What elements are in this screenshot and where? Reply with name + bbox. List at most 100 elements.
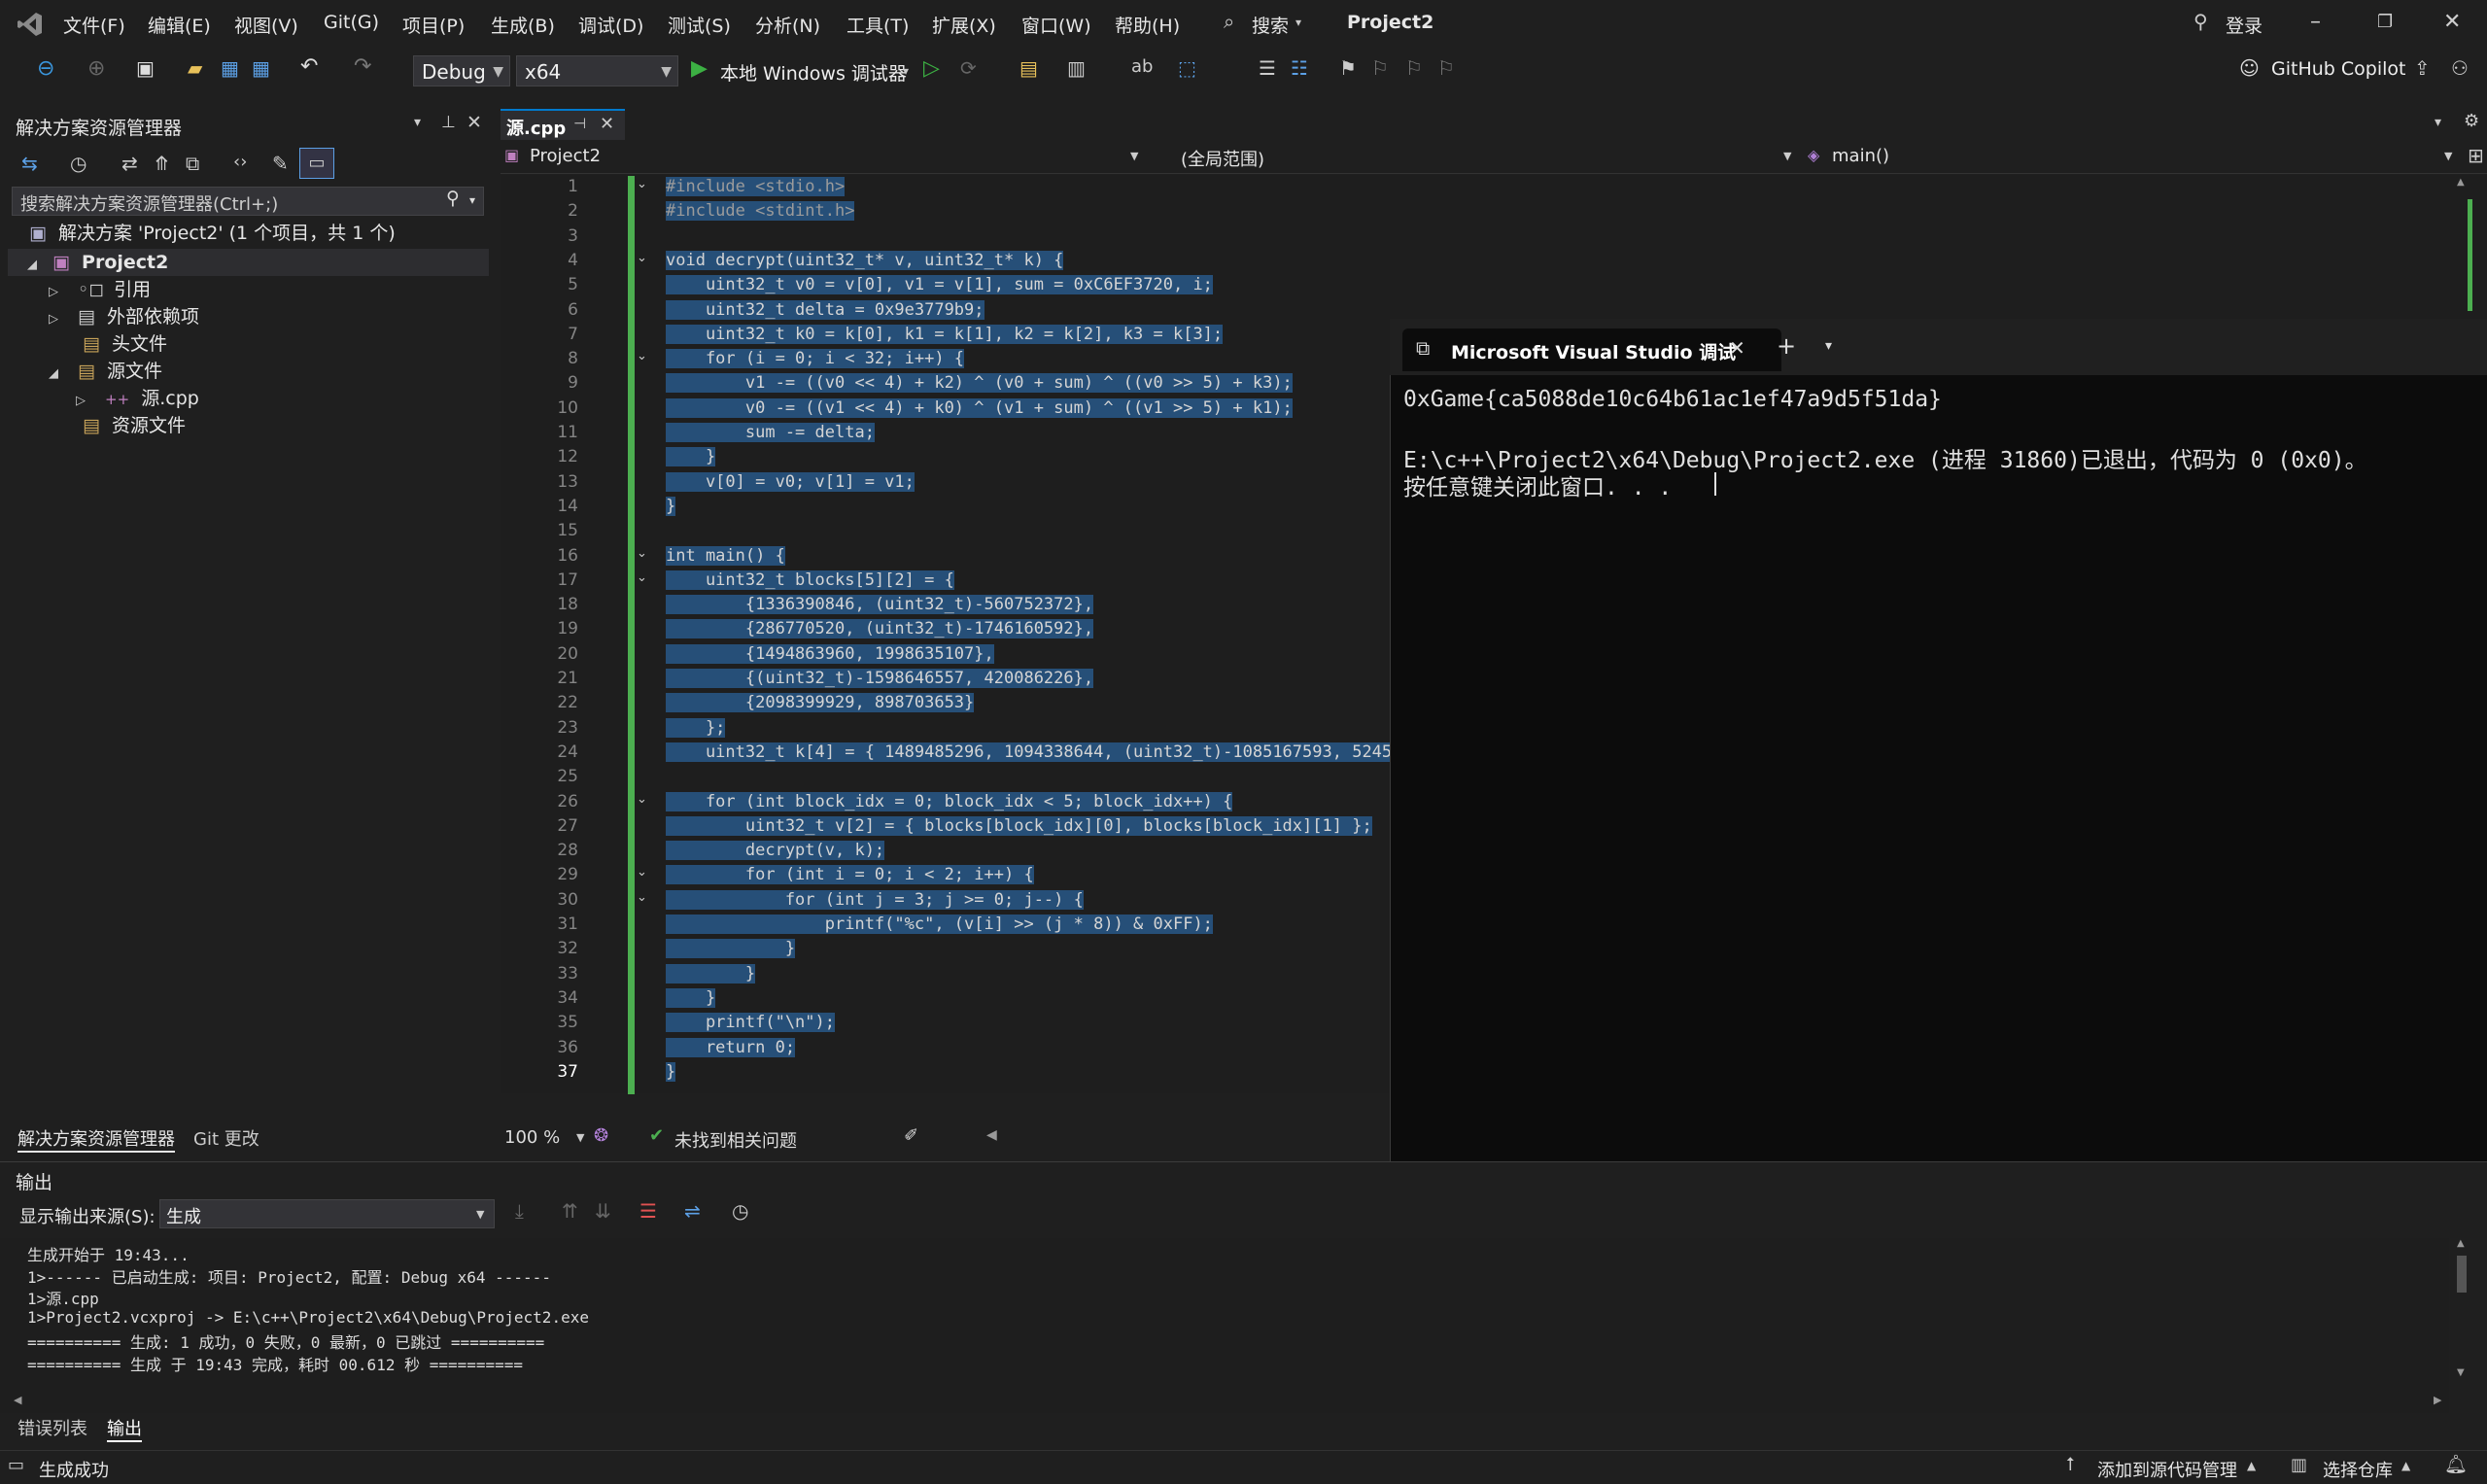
tree-item-external-deps[interactable]: ▷ ▤ 外部依赖项 <box>49 303 199 330</box>
save-all-icon[interactable]: ▦ <box>252 56 270 80</box>
menu-test[interactable]: 测试(S) <box>668 12 731 38</box>
menu-view[interactable]: 视图(V) <box>234 12 298 38</box>
tab-solution-explorer[interactable]: 解决方案资源管理器 <box>17 1125 175 1153</box>
code-line[interactable]: for (int block_idx = 0; block_idx < 5; b… <box>666 790 1233 814</box>
word-wrap-icon[interactable]: ⇌ <box>684 1199 701 1223</box>
fold-chevron-icon[interactable]: ⌄ <box>637 792 647 807</box>
code-line[interactable]: uint32_t v0 = v[0], v1 = v[1], sum = 0xC… <box>666 273 1213 297</box>
close-icon[interactable]: ✕ <box>1729 336 1745 360</box>
output-text[interactable]: 生成开始于 19:43... 1>------ 已启动生成: 项目: Projec… <box>0 1238 2449 1413</box>
scroll-down-icon[interactable]: ▼ <box>2457 1367 2465 1378</box>
minimize-icon[interactable]: – <box>2310 10 2321 34</box>
menu-window[interactable]: 窗口(W) <box>1021 12 1091 38</box>
fold-chevron-icon[interactable]: ⌄ <box>637 349 647 363</box>
brush-icon[interactable]: ✐ <box>904 1125 918 1146</box>
code-line[interactable]: } <box>666 1060 676 1085</box>
code-line[interactable]: for (int i = 0; i < 2; i++) { <box>666 863 1034 887</box>
new-tab-icon[interactable]: + <box>1777 332 1796 360</box>
gear-icon[interactable]: ⚙ <box>2464 111 2479 131</box>
tab-output[interactable]: 输出 <box>107 1415 142 1442</box>
menu-extensions[interactable]: 扩展(X) <box>932 12 996 38</box>
switch-views-icon[interactable]: ⇆ <box>21 152 38 175</box>
solution-explorer-search[interactable]: 搜索解决方案资源管理器(Ctrl+;) ⚲ ▾ <box>12 187 484 216</box>
fold-chevron-icon[interactable]: ⌄ <box>637 890 647 905</box>
clear-all-icon[interactable]: ☰ <box>639 1199 657 1223</box>
play-icon[interactable]: ▶ <box>691 56 708 81</box>
toolbox-icon[interactable]: ▤ <box>1019 56 1038 80</box>
zoom-select[interactable]: 100 % <box>504 1127 560 1148</box>
code-line[interactable]: v[0] = v0; v[1] = v1; <box>666 470 915 495</box>
open-folder-icon[interactable]: ▰ <box>188 56 202 80</box>
scroll-thumb[interactable] <box>2457 1256 2467 1293</box>
code-line[interactable]: uint32_t v[2] = { blocks[block_idx][0], … <box>666 814 1372 839</box>
pin-icon[interactable]: ⊣ <box>573 115 586 132</box>
platform-select[interactable]: x64 ▼ <box>516 55 678 86</box>
scroll-left-icon[interactable]: ◀ <box>14 1394 21 1406</box>
step-icon[interactable]: ⬚ <box>1178 56 1196 80</box>
tree-item-header-files[interactable]: ▤ 头文件 <box>83 330 167 358</box>
tree-item-references[interactable]: ▷ ◦◻ 引用 <box>49 276 151 303</box>
configuration-select[interactable]: Debug ▼ <box>413 55 510 86</box>
code-line[interactable]: } <box>666 495 676 519</box>
menu-edit[interactable]: 编辑(E) <box>148 12 211 38</box>
output-vertical-scrollbar[interactable]: ▲ ▼ <box>2453 1238 2474 1384</box>
code-line[interactable]: {2098399929, 898703653} <box>666 691 975 715</box>
account-icon[interactable]: ⚲ <box>2193 10 2208 33</box>
undo-icon[interactable]: ↶ <box>300 54 318 79</box>
scroll-up-icon[interactable]: ▲ <box>2457 1238 2465 1249</box>
menu-debug[interactable]: 调试(D) <box>578 12 643 38</box>
close-icon[interactable]: ✕ <box>2443 10 2461 34</box>
sync-icon[interactable]: ⇄ <box>121 152 138 175</box>
search-button[interactable]: 搜索 <box>1252 12 1289 38</box>
tree-solution[interactable]: ▣ 解决方案 'Project2' (1 个项目，共 1 个) <box>29 220 396 247</box>
code-line[interactable] <box>666 519 675 543</box>
tab-error-list[interactable]: 错误列表 <box>17 1415 87 1440</box>
forward-icon[interactable]: ⊕ <box>87 56 105 81</box>
code-line[interactable]: sum -= delta; <box>666 421 875 445</box>
menu-git[interactable]: Git(G) <box>324 12 379 33</box>
share-icon[interactable]: ⇪ <box>2414 56 2431 80</box>
tree-item-resource-files[interactable]: ▤ 资源文件 <box>83 412 186 439</box>
tree-item-source-files[interactable]: ◢ ▤ 源文件 <box>49 358 162 385</box>
menu-build[interactable]: 生成(B) <box>491 12 555 38</box>
code-line[interactable]: #include <stdio.h> <box>666 175 846 199</box>
code-line[interactable]: {286770520, (uint32_t)-1746160592}, <box>666 617 1094 641</box>
find-message-icon[interactable]: ⤓ <box>515 1199 524 1223</box>
code-line[interactable]: for (int j = 3; j >= 0; j--) { <box>666 888 1084 913</box>
code-line[interactable]: v0 -= ((v1 << 4) + k0) ^ (v1 + sum) ^ ((… <box>666 397 1293 421</box>
uncomment-icon[interactable]: ☷ <box>1291 56 1308 80</box>
code-line[interactable]: } <box>666 962 756 986</box>
code-line[interactable]: }; <box>666 716 726 741</box>
spellcheck-icon[interactable]: ab <box>1131 56 1153 77</box>
code-line[interactable]: uint32_t k[4] = { 1489485296, 1094338644… <box>666 741 1402 765</box>
select-repo-button[interactable]: 选择仓库 <box>2323 1457 2393 1482</box>
search-icon[interactable]: ⌕ <box>1224 10 1234 33</box>
pin-icon[interactable]: ⊥ <box>441 113 456 132</box>
code-line[interactable]: #include <stdint.h> <box>666 199 855 224</box>
menu-file[interactable]: 文件(F) <box>63 12 125 38</box>
code-line[interactable]: for (i = 0; i < 32; i++) { <box>666 347 965 371</box>
code-line[interactable]: void decrypt(uint32_t* v, uint32_t* k) { <box>666 249 1064 273</box>
menu-project[interactable]: 项目(P) <box>402 12 465 38</box>
chevron-down-icon[interactable]: ▾ <box>903 64 909 78</box>
code-line[interactable]: uint32_t delta = 0x9e3779b9; <box>666 298 984 323</box>
chevron-down-icon[interactable]: ▾ <box>2435 115 2441 130</box>
code-line[interactable]: printf("%c", (v[i] >> (j * 8)) & 0xFF); <box>666 913 1213 937</box>
issues-status[interactable]: 未找到相关问题 <box>674 1127 797 1153</box>
fold-chevron-icon[interactable]: ⌄ <box>637 177 647 191</box>
show-all-files-icon[interactable]: ⧉ <box>186 152 199 175</box>
chevron-down-icon[interactable]: ▾ <box>414 115 421 130</box>
menu-analyze[interactable]: 分析(N) <box>755 12 820 38</box>
bookmark-clear-icon[interactable]: ⚐ <box>1437 56 1455 80</box>
code-line[interactable]: {(uint32_t)-1598646557, 420086226}, <box>666 667 1094 691</box>
code-line[interactable] <box>666 765 675 789</box>
history-icon[interactable]: ◷ <box>70 152 86 175</box>
copilot-button[interactable]: GitHub Copilot <box>2271 58 2405 80</box>
close-icon[interactable]: ✕ <box>600 114 614 134</box>
signin-button[interactable]: 登录 <box>2226 12 2262 38</box>
tab-git-changes[interactable]: Git 更改 <box>193 1125 259 1151</box>
code-line[interactable]: } <box>666 937 796 961</box>
timestamp-icon[interactable]: ◷ <box>732 1199 748 1223</box>
fold-chevron-icon[interactable]: ⌄ <box>637 865 647 880</box>
scroll-up-icon[interactable]: ▲ <box>2457 177 2465 188</box>
